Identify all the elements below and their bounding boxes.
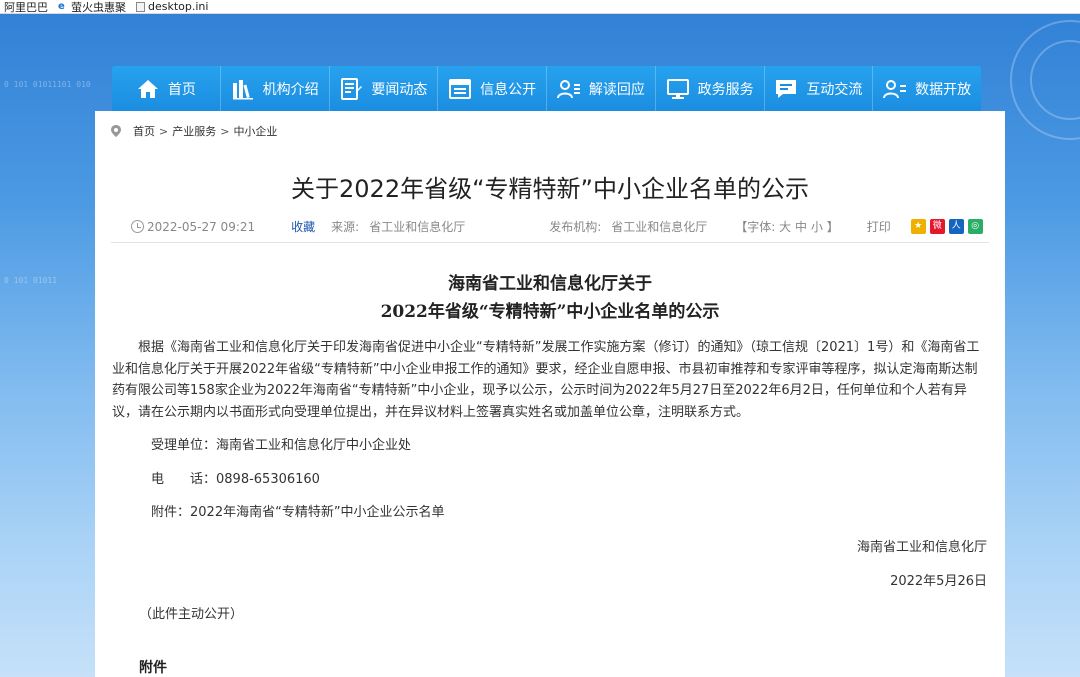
nav-item-about[interactable]: 机构介绍 <box>221 66 330 111</box>
breadcrumb: 首页 > 产业服务 > 中小企业 <box>111 123 277 139</box>
doc-phone: 电 话：0898-65306160 <box>151 472 320 487</box>
bookmark-yinghuochong[interactable]: e 萤火虫惠聚 <box>58 0 126 14</box>
books-icon <box>232 79 253 99</box>
article-meta: 2022-05-27 09:21 收藏 来源: 省工业和信息化厅 发布机构: 省… <box>111 217 989 243</box>
background-binary-decoration: 0 101 01011101 010 <box>4 80 91 89</box>
chat-icon <box>776 79 797 98</box>
attachment-heading: 附件 <box>139 660 167 676</box>
nav-label: 信息公开 <box>480 81 537 98</box>
nav-label: 机构介绍 <box>262 81 319 98</box>
bookmark-alibaba[interactable]: 阿里巴巴 <box>4 0 48 14</box>
doc-body-paragraph: 根据《海南省工业和信息化厅关于印发海南省促进中小企业“专精特新”发展工作实施方案… <box>112 340 980 420</box>
location-pin-icon <box>111 125 121 137</box>
ie-icon: e <box>58 0 65 12</box>
breadcrumb-home[interactable]: 首页 <box>133 123 155 139</box>
nav-label: 要闻动态 <box>371 81 428 98</box>
nav-item-interpretation[interactable]: 解读回应 <box>547 66 656 111</box>
nav-item-interaction[interactable]: 互动交流 <box>765 66 874 111</box>
publish-datetime: 2022-05-27 09:21 <box>147 219 256 234</box>
news-icon <box>341 77 363 100</box>
user-list-icon <box>556 79 580 98</box>
renren-share-icon[interactable]: 人 <box>948 219 964 234</box>
font-small-button[interactable]: 小 <box>811 220 823 234</box>
font-size-label: 【字体: <box>735 220 776 234</box>
font-medium-button[interactable]: 中 <box>795 220 807 234</box>
wechat-share-icon[interactable]: ◎ <box>967 219 983 234</box>
print-button[interactable]: 打印 <box>867 218 891 235</box>
clock-icon <box>131 220 144 233</box>
bookmark-label: desktop.ini <box>148 0 209 13</box>
doc-signer: 海南省工业和信息化厅 <box>856 540 987 555</box>
nav-label: 解读回应 <box>588 81 645 98</box>
publisher-label: 发布机构: <box>549 220 602 234</box>
file-icon <box>136 1 145 12</box>
doc-heading-line1: 海南省工业和信息化厅关于 <box>448 274 652 294</box>
background-binary-decoration: 0 101 01011 <box>4 276 57 285</box>
nav-item-home[interactable]: 首页 <box>112 66 221 111</box>
nav-label: 数据开放 <box>915 81 972 98</box>
nav-item-open-data[interactable]: 数据开放 <box>873 66 981 111</box>
font-large-button[interactable]: 大 <box>779 220 791 234</box>
bookmark-label: 阿里巴巴 <box>4 0 48 14</box>
nav-label: 互动交流 <box>806 81 863 98</box>
nav-label: 政务服务 <box>697 81 754 98</box>
breadcrumb-separator: > <box>159 124 169 138</box>
font-size-control: 【字体: 大 中 小 】 <box>735 218 838 235</box>
breadcrumb-industry-services[interactable]: 产业服务 <box>172 123 216 139</box>
bookmark-label: 萤火虫惠聚 <box>71 0 126 14</box>
doc-receiver: 受理单位：海南省工业和信息化厅中小企业处 <box>151 438 412 453</box>
publisher-value: 省工业和信息化厅 <box>611 220 708 234</box>
breadcrumb-sme[interactable]: 中小企业 <box>233 123 277 139</box>
bookmarks-bar: 阿里巴巴 e 萤火虫惠聚 desktop.ini <box>0 0 1080 14</box>
doc-date: 2022年5月26日 <box>890 574 987 589</box>
article-title: 关于2022年省级“专精特新”中小企业名单的公示 <box>291 175 809 203</box>
monitor-icon <box>666 78 689 99</box>
source-value: 省工业和信息化厅 <box>369 220 466 234</box>
nav-label: 首页 <box>167 81 196 98</box>
breadcrumb-separator: > <box>220 124 230 138</box>
content-panel: 首页 > 产业服务 > 中小企业 关于2022年省级“专精特新”中小企业名单的公… <box>95 111 1005 677</box>
bookmark-desktop-ini[interactable]: desktop.ini <box>136 0 208 13</box>
home-icon <box>137 79 158 98</box>
doc-heading-line2: 2022年省级“专精特新”中小企业名单的公示 <box>380 302 720 322</box>
nav-item-news[interactable]: 要闻动态 <box>330 66 439 111</box>
nav-item-info-disclosure[interactable]: 信息公开 <box>438 66 547 111</box>
doc-public-note: （此件主动公开） <box>139 607 244 622</box>
qzone-share-icon[interactable]: ★ <box>910 219 926 234</box>
share-buttons: ★ 微 人 ◎ <box>910 219 983 234</box>
source-label: 来源: <box>331 220 360 234</box>
font-size-end: 】 <box>826 220 839 234</box>
info-panel-icon <box>449 78 472 99</box>
weibo-share-icon[interactable]: 微 <box>929 219 945 234</box>
user-data-icon <box>883 79 907 98</box>
doc-attachment-line: 附件：2022年海南省“专精特新”中小企业公示名单 <box>151 505 445 520</box>
main-nav: 首页 机构介绍 要闻动态 信息公开 解读回应 政务服务 互动交流 数据开放 <box>112 66 981 111</box>
collect-button[interactable]: 收藏 <box>291 218 315 235</box>
nav-item-gov-services[interactable]: 政务服务 <box>656 66 765 111</box>
